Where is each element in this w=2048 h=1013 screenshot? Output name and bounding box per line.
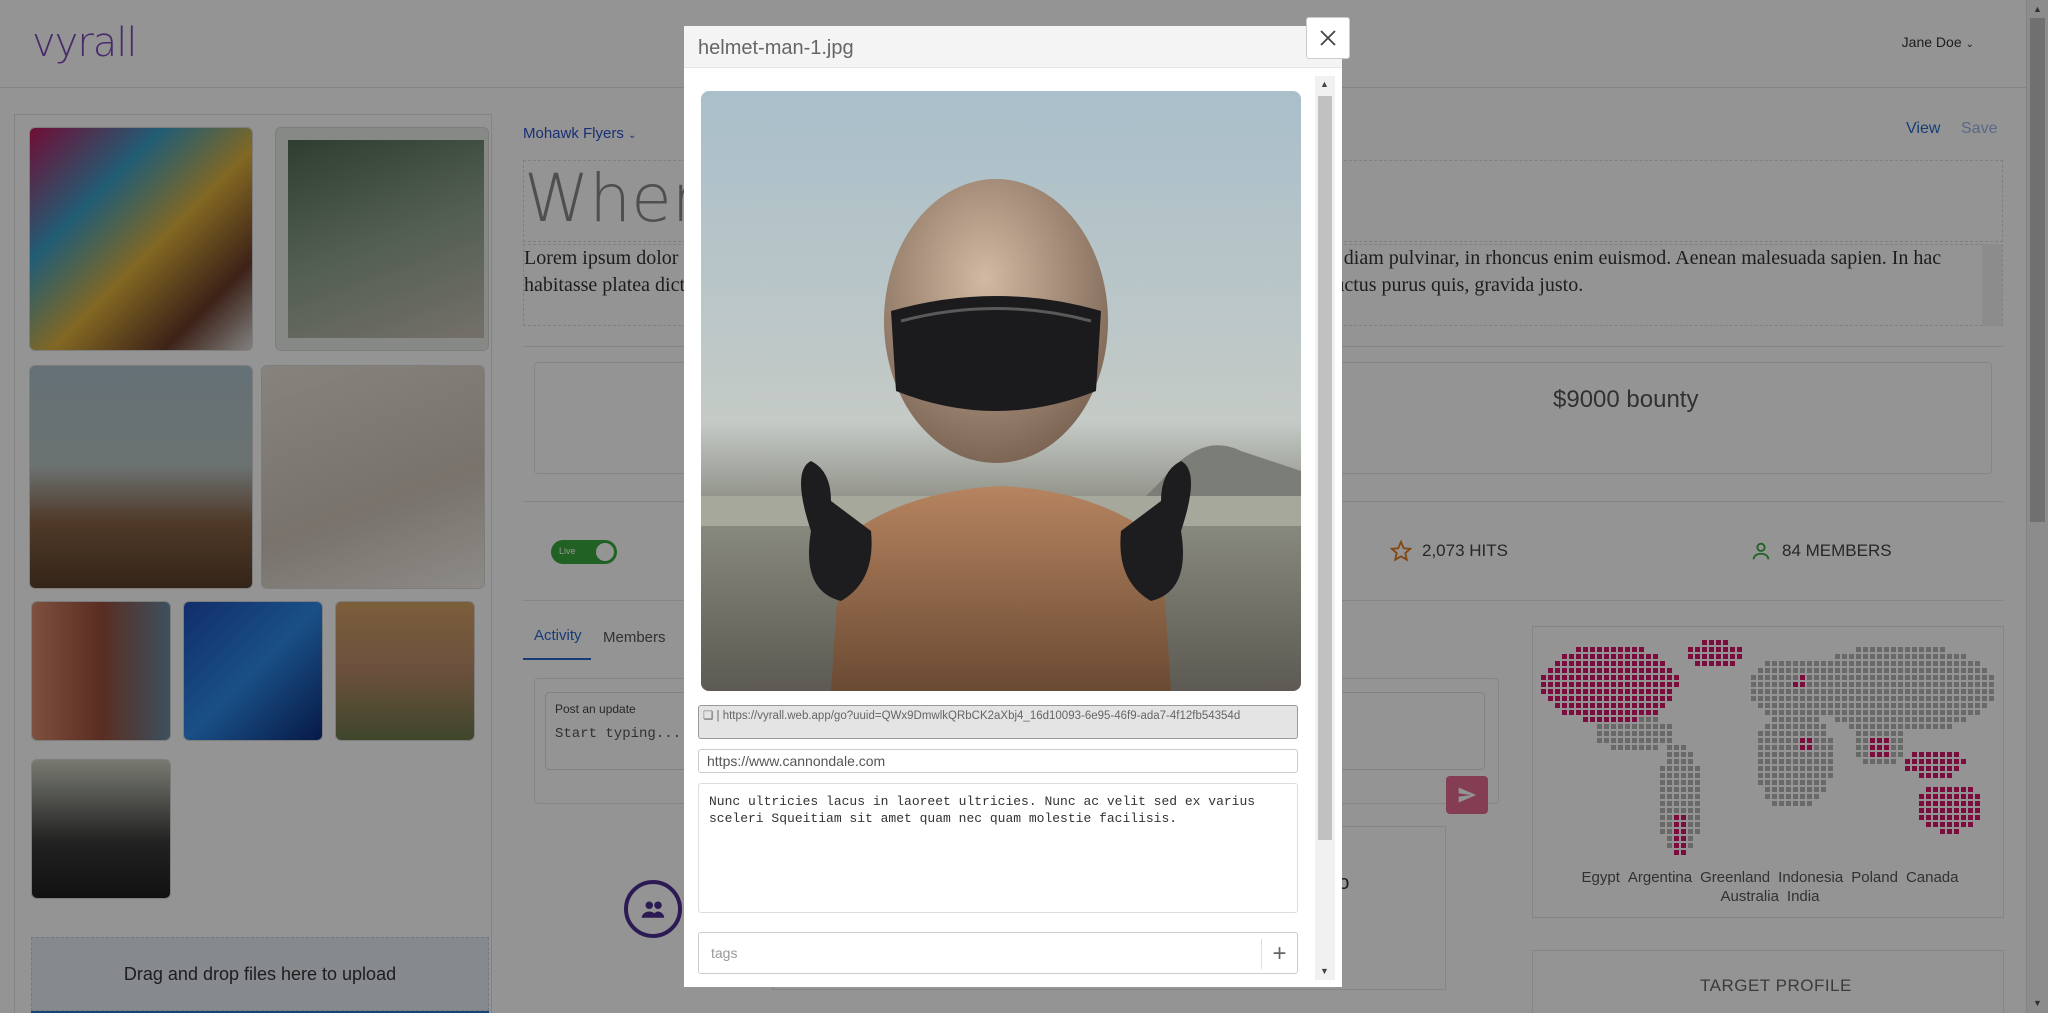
external-link-input[interactable]: https://www.cannondale.com — [698, 749, 1298, 773]
modal-header: helmet-man-1.jpg — [684, 26, 1342, 68]
image-detail-modal: helmet-man-1.jpg ❏ | https://vyrall.web.… — [684, 26, 1342, 987]
plus-icon: + — [1272, 940, 1287, 967]
scrollbar-thumb[interactable] — [1318, 96, 1332, 840]
scroll-down-icon[interactable]: ▼ — [1320, 966, 1329, 976]
notes-textarea[interactable]: Nunc ultricies lacus in laoreet ultricie… — [698, 783, 1298, 913]
modal-title: helmet-man-1.jpg — [698, 37, 854, 59]
tags-placeholder: tags — [711, 945, 738, 961]
scroll-up-icon[interactable]: ▲ — [1320, 79, 1329, 89]
share-url-text: | https://vyrall.web.app/go?uuid=QWx9Dmw… — [716, 710, 1241, 722]
tags-input[interactable]: tags + — [698, 932, 1298, 974]
copy-icon[interactable]: ❏ — [703, 710, 713, 722]
close-modal-button[interactable] — [1306, 17, 1350, 59]
modal-scrollbar[interactable]: ▲ ▼ — [1315, 76, 1335, 980]
close-icon — [1320, 30, 1336, 46]
share-url-field[interactable]: ❏ | https://vyrall.web.app/go?uuid=QWx9D… — [698, 705, 1298, 739]
add-tag-button[interactable]: + — [1261, 939, 1297, 969]
preview-image — [701, 91, 1301, 691]
